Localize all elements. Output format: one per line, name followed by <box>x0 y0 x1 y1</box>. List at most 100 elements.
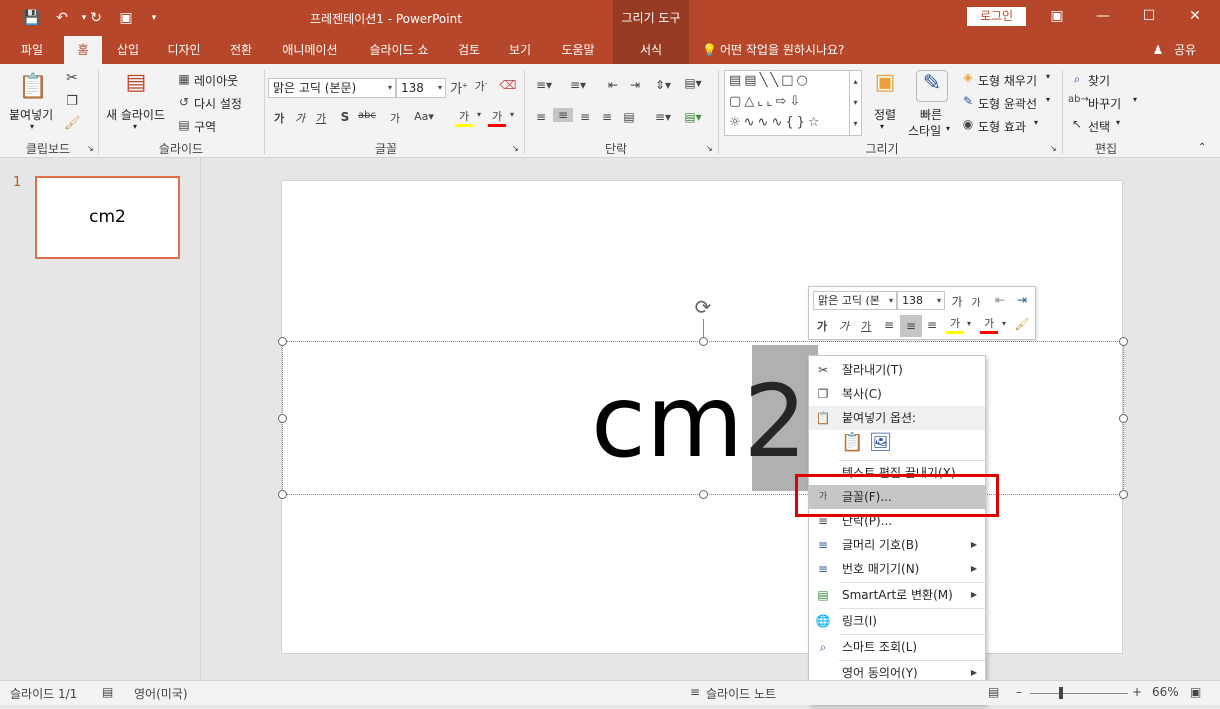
distributed-icon[interactable]: ▤ <box>620 110 638 124</box>
convert-smartart-icon[interactable]: ▤▾ <box>682 110 704 124</box>
new-slide-icon[interactable]: ▤ <box>120 70 152 100</box>
mini-underline-icon[interactable]: 가 <box>859 318 873 334</box>
decrease-indent-icon[interactable]: ⇤ <box>604 78 622 92</box>
tab-animations[interactable]: 애니메이션 <box>272 36 348 64</box>
replace-dropdown-icon[interactable]: ▾ <box>1133 95 1137 104</box>
change-case-icon[interactable]: Aa▾ <box>412 110 436 123</box>
tab-home[interactable]: 홈 <box>64 36 102 64</box>
resize-handle-ml[interactable] <box>278 414 287 423</box>
mini-align-left-icon[interactable]: ≡ <box>881 318 897 332</box>
collapse-ribbon-icon[interactable]: ⌃ <box>1198 142 1206 153</box>
underline-icon[interactable]: 가 <box>314 110 328 126</box>
tab-help[interactable]: 도움말 <box>550 36 606 64</box>
zoom-slider-thumb[interactable] <box>1059 687 1063 699</box>
mini-decrease-font-icon[interactable]: 가 <box>969 294 983 309</box>
minimize-icon[interactable]: — <box>1080 0 1126 32</box>
resize-handle-bc[interactable] <box>699 490 708 499</box>
reading-view-icon[interactable]: ▤ <box>988 685 999 699</box>
paste-button[interactable]: 붙여넣기 <box>9 106 53 123</box>
reset-button[interactable]: 다시 설정 <box>194 95 242 112</box>
mini-font-size-combo[interactable]: 138 ▾ <box>897 291 945 310</box>
cut-icon[interactable]: ✂ <box>64 70 80 86</box>
menu-item-cut[interactable]: ✂ 잘라내기(T) <box>809 358 985 382</box>
drawing-launcher-icon[interactable]: ↘ <box>1050 144 1057 153</box>
zoom-in-icon[interactable]: + <box>1132 685 1142 699</box>
notes-button[interactable]: 슬라이드 노트 <box>706 685 776 702</box>
text-direction-icon[interactable]: ▤▾ <box>682 76 704 90</box>
maximize-icon[interactable]: ☐ <box>1126 0 1172 32</box>
clipboard-launcher-icon[interactable]: ↘ <box>87 144 94 153</box>
mini-highlight-icon[interactable]: 가 <box>946 315 964 334</box>
quick-styles-dropdown-icon[interactable]: ▾ <box>946 124 950 133</box>
decrease-font-icon[interactable]: 가- <box>472 78 490 94</box>
zoom-out-icon[interactable]: – <box>1016 685 1022 699</box>
resize-handle-tc[interactable] <box>699 337 708 346</box>
character-spacing-icon[interactable]: 가 <box>382 110 408 126</box>
clear-format-icon[interactable]: ⌫ <box>498 78 518 92</box>
redo-icon[interactable]: ↻ <box>86 8 106 28</box>
layout-button[interactable]: 레이아웃 <box>194 72 238 89</box>
select-button[interactable]: 선택 <box>1088 118 1110 135</box>
mini-bold-icon[interactable]: 가 <box>815 318 829 334</box>
arrange-dropdown-icon[interactable]: ▾ <box>880 122 884 131</box>
zoom-slider[interactable] <box>1030 693 1128 694</box>
arrange-button[interactable]: 정렬 <box>874 106 896 123</box>
shape-effects-dropdown-icon[interactable]: ▾ <box>1034 118 1038 127</box>
tab-file[interactable]: 파일 <box>8 36 56 64</box>
tab-insert[interactable]: 삽입 <box>108 36 148 64</box>
shape-outline-button[interactable]: 도형 윤곽선 <box>978 95 1037 112</box>
shape-fill-button[interactable]: 도형 채우기 <box>978 72 1037 89</box>
tab-review[interactable]: 검토 <box>448 36 490 64</box>
mini-italic-icon[interactable]: 가 <box>837 318 851 334</box>
resize-handle-br[interactable] <box>1119 490 1128 499</box>
resize-handle-tl[interactable] <box>278 337 287 346</box>
paste-dropdown-icon[interactable]: ▾ <box>30 122 34 131</box>
paste-picture-icon[interactable]: 🖼 <box>869 432 892 456</box>
increase-indent-icon[interactable]: ⇥ <box>626 78 644 92</box>
menu-item-numbering[interactable]: ≡ 번호 매기기(N) ▶ <box>809 557 985 581</box>
mini-font-name-combo[interactable]: 맑은 고딕 (본 ▾ <box>813 291 897 310</box>
shadow-icon[interactable]: S <box>338 110 352 124</box>
login-button[interactable]: 로그인 <box>967 7 1026 26</box>
save-icon[interactable]: 💾 <box>22 8 42 28</box>
quick-styles-label-1[interactable]: 빠른 <box>920 106 942 123</box>
close-icon[interactable]: ✕ <box>1172 0 1218 32</box>
new-slide-dropdown-icon[interactable]: ▾ <box>133 122 137 131</box>
ribbon-display-icon[interactable]: ▣ <box>1034 0 1080 32</box>
rotate-handle-icon[interactable]: ⟳ <box>690 295 716 321</box>
mini-increase-font-icon[interactable]: 가 <box>949 293 965 310</box>
mini-format-painter-icon[interactable]: 🖌 <box>1013 317 1031 331</box>
find-button[interactable]: 찾기 <box>1088 72 1110 89</box>
numbering-icon[interactable]: ≡▾ <box>566 78 590 92</box>
shape-outline-dropdown-icon[interactable]: ▾ <box>1046 95 1050 104</box>
align-center-icon[interactable]: ≡ <box>553 108 573 122</box>
arrange-icon[interactable]: ▣ <box>870 70 900 95</box>
mini-increase-indent-icon[interactable]: ⇥ <box>1013 293 1031 307</box>
section-button[interactable]: 구역 <box>194 118 216 135</box>
shapes-scroll[interactable]: ▴ ▾ ▾ <box>849 71 861 135</box>
language[interactable]: 영어(미국) <box>134 685 188 702</box>
tab-design[interactable]: 디자인 <box>158 36 210 64</box>
font-launcher-icon[interactable]: ↘ <box>512 144 519 153</box>
tab-format[interactable]: 서식 <box>613 36 689 64</box>
columns-icon[interactable]: ≡▾ <box>650 110 676 124</box>
fit-slide-icon[interactable]: ▣ <box>1190 685 1201 699</box>
paste-keep-format-icon[interactable]: 📋 <box>841 432 863 456</box>
mini-decrease-indent-icon[interactable]: ⇤ <box>991 293 1009 307</box>
justify-icon[interactable]: ≡ <box>598 110 616 124</box>
shapes-gallery[interactable]: ▤▤╲╲□○ ▢△⌞⌞⇨⇩ ☼∿∿∿{}☆ ▴ ▾ ▾ <box>724 70 862 136</box>
format-painter-icon[interactable]: 🖌 <box>64 116 81 131</box>
text-box[interactable]: cm2 <box>278 337 1128 499</box>
slide-thumbnail[interactable]: cm2 <box>35 176 180 259</box>
tab-transitions[interactable]: 전환 <box>220 36 262 64</box>
menu-item-smartart[interactable]: ▤ SmartArt로 변환(M) ▶ <box>809 583 985 607</box>
resize-handle-tr[interactable] <box>1119 337 1128 346</box>
menu-item-bullets[interactable]: ≡ 글머리 기호(B) ▶ <box>809 533 985 557</box>
align-right-icon[interactable]: ≡ <box>576 110 594 124</box>
mini-align-right-icon[interactable]: ≡ <box>924 318 940 332</box>
quick-styles-icon[interactable]: ✎ <box>916 70 948 102</box>
copy-icon[interactable]: ❐ <box>64 94 80 109</box>
line-spacing-icon[interactable]: ⇕▾ <box>652 78 674 92</box>
share-button[interactable]: 공유 <box>1168 36 1202 64</box>
font-name-combo[interactable]: 맑은 고딕 (본문) ▾ <box>268 78 396 98</box>
